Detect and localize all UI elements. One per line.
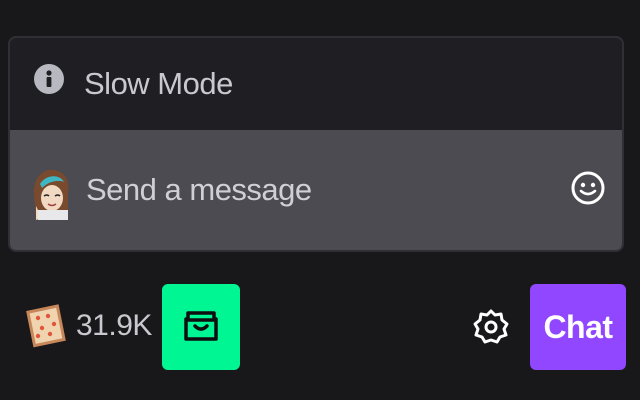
info-icon[interactable] <box>34 64 64 94</box>
chat-settings-button[interactable] <box>472 308 510 346</box>
smiley-face-icon[interactable] <box>570 170 606 206</box>
store-icon <box>183 307 219 348</box>
channel-points-icon <box>24 302 66 350</box>
slow-mode-label: Slow Mode <box>84 66 233 101</box>
chat-input-area: Slow Mode Send a message 31.9K Chat <box>0 0 640 400</box>
avatar[interactable] <box>30 166 72 220</box>
message-input-row[interactable] <box>10 130 622 250</box>
channel-points-button[interactable]: 31.9K <box>24 300 152 352</box>
chat-composer: Slow Mode <box>8 36 624 252</box>
chat-send-button[interactable]: Chat <box>530 284 626 370</box>
chat-bottom-bar: 31.9K Chat <box>0 282 640 372</box>
channel-points-value: 31.9K <box>76 309 152 342</box>
store-button[interactable] <box>162 284 240 370</box>
slow-mode-banner: Slow Mode <box>10 38 622 130</box>
message-input[interactable] <box>86 168 546 212</box>
gear-icon <box>472 309 510 350</box>
